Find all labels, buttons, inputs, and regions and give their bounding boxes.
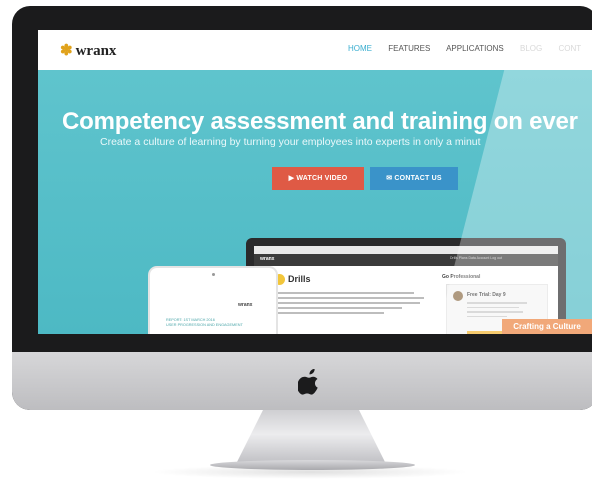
- hero-subtitle: Create a culture of learning by turning …: [100, 136, 481, 148]
- nav-features-link[interactable]: FEATURES: [388, 44, 430, 53]
- imac-stand-base: [210, 460, 415, 470]
- nav-blog-link[interactable]: BLOG: [520, 44, 542, 53]
- watch-video-button[interactable]: ▶ WATCH VIDEO: [272, 167, 364, 190]
- logo-icon: ✽: [60, 43, 73, 59]
- avatar: [453, 291, 463, 301]
- top-navigation: ✽ wranx HOME FEATURES APPLICATIONS BLOG C…: [38, 30, 592, 70]
- tablet-logo: wranx: [238, 302, 253, 308]
- crafting-culture-banner[interactable]: Crafting a Culture: [502, 319, 592, 334]
- trial-description: [467, 302, 527, 320]
- drills-heading: Drills: [288, 274, 311, 284]
- nav-links: HOME FEATURES APPLICATIONS BLOG CONT: [348, 44, 592, 53]
- hero-title: Competency assessment and training on ev…: [62, 108, 578, 135]
- tablet-camera: [212, 273, 215, 276]
- nav-home-link[interactable]: HOME: [348, 44, 372, 53]
- app-logo: wranx: [260, 256, 275, 262]
- tablet-report-title: REPORT: 1ST MARCH 2016 USER PROGRESSION …: [166, 318, 243, 327]
- nav-applications-link[interactable]: APPLICATIONS: [446, 44, 504, 53]
- app-nav: [254, 254, 558, 266]
- trial-title: Free Trial: Day 9: [467, 292, 506, 298]
- go-professional-heading: Go Professional: [442, 274, 481, 280]
- apple-logo-icon: [298, 369, 318, 395]
- upgrade-button[interactable]: [467, 331, 507, 334]
- website-screen: ✽ wranx HOME FEATURES APPLICATIONS BLOG C…: [38, 30, 592, 334]
- imac-stand: [236, 410, 386, 464]
- site-logo[interactable]: ✽ wranx: [60, 41, 116, 60]
- contact-us-button[interactable]: ✉ CONTACT US: [370, 167, 458, 190]
- drills-description: [274, 292, 424, 317]
- app-menu: Drills Plans Data Account Log out: [450, 256, 502, 260]
- logo-text: wranx: [75, 43, 117, 59]
- tablet-mockup: wranx REPORT: 1ST MARCH 2016 USER PROGRE…: [150, 268, 276, 334]
- nav-contact-link[interactable]: CONT: [558, 44, 581, 53]
- browser-bar: [254, 246, 558, 254]
